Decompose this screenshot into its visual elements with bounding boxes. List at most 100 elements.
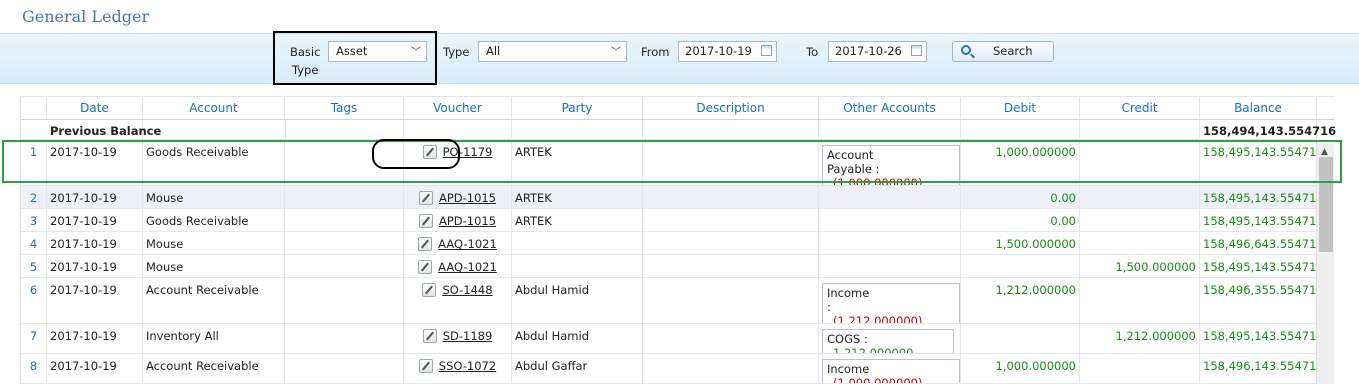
row-number: 7 — [21, 324, 47, 353]
account-cell: Mouse — [143, 255, 285, 277]
description-cell — [643, 278, 819, 323]
row-number: 3 — [21, 209, 47, 231]
table-row[interactable]: 7 2017-10-19 Inventory All SD-1189 Abdul Ham… — [21, 324, 1317, 354]
header-date[interactable]: Date — [47, 97, 143, 119]
previous-balance-value: 158,494,143.554716 — [1200, 120, 1336, 139]
table-row[interactable]: 6 2017-10-19 Account Receivable SO-1448 Abdu… — [21, 278, 1317, 324]
from-date-field[interactable]: 2017-10-19 — [678, 41, 777, 62]
date-cell: 2017-10-19 — [47, 278, 143, 323]
header-rownum — [21, 97, 47, 119]
cell — [961, 120, 1080, 139]
highlight-box-row-1 — [2, 140, 1342, 183]
voucher-link[interactable]: APD-1015 — [439, 214, 496, 228]
other-account-name-line-1: Income — [827, 286, 870, 300]
edit-pencil-icon[interactable] — [418, 260, 433, 274]
account-cell: Account Receivable — [143, 278, 285, 323]
search-label: Search — [993, 44, 1033, 58]
other-accounts-cell — [819, 232, 961, 254]
credit-cell: 1,212.000000 — [1080, 324, 1200, 353]
voucher-link[interactable]: APD-1015 — [439, 191, 496, 205]
header-debit[interactable]: Debit — [961, 97, 1080, 119]
type-select[interactable]: All ﹀ — [478, 41, 627, 62]
description-cell — [643, 209, 819, 231]
credit-cell — [1080, 232, 1200, 254]
other-accounts-cell — [819, 186, 961, 208]
party-cell — [512, 255, 643, 277]
tags-cell — [285, 324, 404, 353]
party-cell: ARTEK — [512, 186, 643, 208]
header-tags[interactable]: Tags — [285, 97, 404, 119]
table-row[interactable]: 3 2017-10-19 Goods Receivable APD-1015 ARTEK… — [21, 209, 1317, 232]
other-account-amount: (1,000.000000) — [833, 376, 923, 383]
table-row[interactable]: 4 2017-10-19 Mouse AAQ-1021 1,500.000000 158,… — [21, 232, 1317, 255]
other-account-amount: 1,212.000000 — [833, 346, 914, 353]
table-row[interactable]: 2 2017-10-19 Mouse APD-1015 ARTEK 0.00 158,495… — [21, 186, 1317, 209]
header-other-accounts[interactable]: Other Accounts — [819, 97, 961, 119]
to-label: To — [806, 45, 819, 59]
balance-cell: 158,496,143.554716 — [1200, 354, 1317, 383]
debit-cell: 1,000.000000 — [961, 354, 1080, 383]
previous-balance-row: Previous Balance 158,494,143.554716 — [21, 120, 1336, 140]
edit-pencil-icon[interactable] — [418, 359, 433, 373]
balance-cell: 158,495,143.554716 — [1200, 186, 1317, 208]
credit-cell — [1080, 354, 1200, 383]
date-cell: 2017-10-19 — [47, 232, 143, 254]
cell — [819, 120, 961, 139]
credit-cell — [1080, 209, 1200, 231]
date-cell: 2017-10-19 — [47, 186, 143, 208]
debit-cell: 0.00 — [961, 186, 1080, 208]
voucher-link[interactable]: SO-1448 — [442, 283, 492, 297]
to-date-field[interactable]: 2017-10-26 — [828, 41, 927, 62]
header-voucher[interactable]: Voucher — [404, 97, 512, 119]
type-value: All — [486, 44, 501, 58]
credit-cell — [1080, 278, 1200, 323]
edit-pencil-icon[interactable] — [422, 283, 437, 297]
row-number: 4 — [21, 232, 47, 254]
previous-balance-label: Previous Balance — [47, 120, 161, 139]
voucher-link[interactable]: AAQ-1021 — [438, 260, 497, 274]
calendar-icon[interactable] — [911, 45, 922, 56]
other-account-entry: COGS :1,212.000000 — [822, 329, 954, 353]
header-balance[interactable]: Balance — [1200, 97, 1317, 119]
calendar-icon[interactable] — [761, 45, 772, 56]
edit-pencil-icon[interactable] — [418, 237, 433, 251]
voucher-cell: APD-1015 — [404, 209, 512, 231]
party-cell — [512, 232, 643, 254]
account-cell: Goods Receivable — [143, 209, 285, 231]
edit-pencil-icon[interactable] — [422, 329, 437, 343]
party-cell: Abdul Hamid — [512, 324, 643, 353]
tags-cell — [285, 232, 404, 254]
type-label: Type — [443, 45, 470, 59]
table-row[interactable]: 5 2017-10-19 Mouse AAQ-1021 1,500.000000 158,… — [21, 255, 1317, 278]
account-cell: Mouse — [143, 186, 285, 208]
tags-cell — [285, 278, 404, 323]
table-row[interactable]: 8 2017-10-19 Account Receivable SSO-1072 Abd… — [21, 354, 1317, 384]
edit-pencil-icon[interactable] — [418, 191, 433, 205]
header-credit[interactable]: Credit — [1080, 97, 1200, 119]
from-label: From — [641, 45, 670, 59]
tags-cell — [285, 354, 404, 383]
description-cell — [643, 354, 819, 383]
voucher-cell: AAQ-1021 — [404, 255, 512, 277]
party-cell: ARTEK — [512, 209, 643, 231]
header-description[interactable]: Description — [643, 97, 819, 119]
voucher-link[interactable]: SSO-1072 — [439, 359, 496, 373]
voucher-link[interactable]: AAQ-1021 — [438, 237, 497, 251]
other-account-entry: Income:(1,212.000000) — [822, 283, 960, 323]
voucher-link[interactable]: SD-1189 — [443, 329, 493, 343]
search-button[interactable]: Search — [952, 41, 1054, 62]
other-account-name-line-2: : — [827, 300, 831, 314]
row-number: 5 — [21, 255, 47, 277]
tags-cell — [285, 255, 404, 277]
description-cell — [643, 232, 819, 254]
edit-pencil-icon[interactable] — [418, 214, 433, 228]
credit-cell — [1080, 186, 1200, 208]
debit-cell — [961, 324, 1080, 353]
balance-cell: 158,496,643.554716 — [1200, 232, 1317, 254]
other-accounts-cell — [819, 209, 961, 231]
header-account[interactable]: Account — [143, 97, 285, 119]
header-party[interactable]: Party — [512, 97, 643, 119]
party-cell: Abdul Gaffar — [512, 354, 643, 383]
party-cell: Abdul Hamid — [512, 278, 643, 323]
row-number: 8 — [21, 354, 47, 383]
